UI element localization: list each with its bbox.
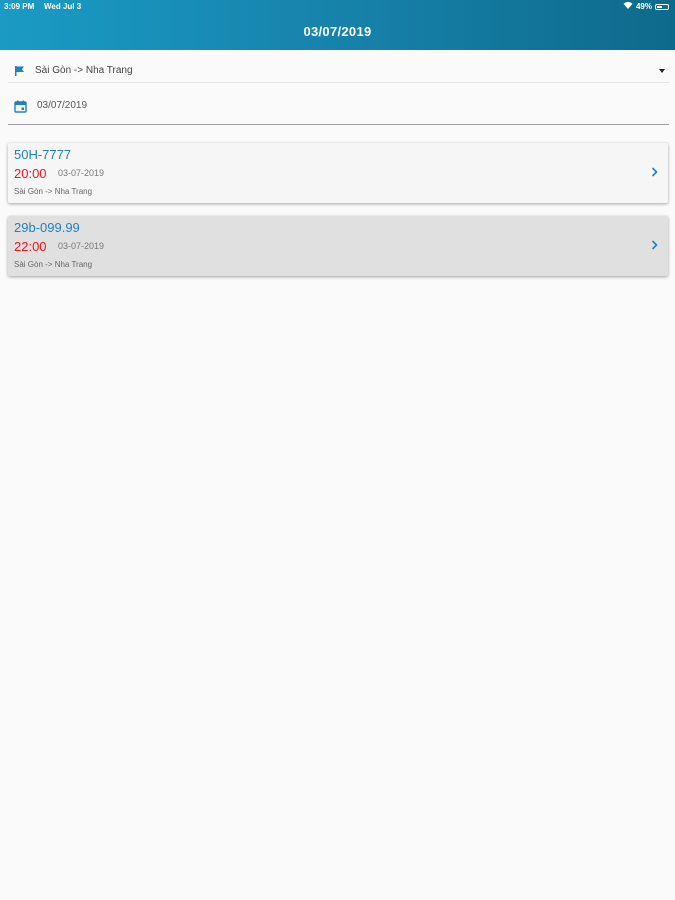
battery-level	[657, 6, 662, 8]
trip-time: 20:00	[14, 166, 47, 181]
trip-card[interactable]: 29b-099.99 22:00 03-07-2019 Sài Gòn -> N…	[8, 216, 668, 276]
page-title: 03/07/2019	[303, 24, 372, 39]
battery-icon	[655, 4, 669, 10]
chevron-right-icon[interactable]	[651, 165, 658, 183]
trip-plate: 50H-7777	[14, 147, 72, 162]
status-bar: 3:09 PM Wed Jul 3 49%	[0, 0, 675, 14]
route-value: Sài Gòn -> Nha Trang	[35, 65, 133, 76]
trip-route: Sài Gòn -> Nha Trang	[14, 260, 93, 269]
dropdown-arrow-icon[interactable]	[659, 69, 665, 73]
status-right: 49%	[623, 0, 669, 14]
wifi-icon	[623, 0, 633, 14]
chevron-right-icon[interactable]	[651, 238, 658, 256]
trip-plate: 29b-099.99	[14, 220, 80, 235]
trip-date: 03-07-2019	[58, 241, 105, 251]
status-time: 3:09 PM	[4, 2, 35, 11]
date-selector[interactable]: 03/07/2019	[8, 96, 669, 125]
trip-date: 03-07-2019	[58, 168, 105, 178]
app-header: 3:09 PM Wed Jul 3 49% 03/07/2019	[0, 0, 675, 50]
trip-time: 22:00	[14, 239, 47, 254]
trip-route: Sài Gòn -> Nha Trang	[14, 187, 93, 196]
route-selector[interactable]: Sài Gòn -> Nha Trang	[8, 60, 669, 83]
status-date: Wed Jul 3	[44, 2, 82, 11]
trip-card[interactable]: 50H-7777 20:00 03-07-2019 Sài Gòn -> Nha…	[8, 143, 668, 203]
battery-percent: 49%	[635, 2, 652, 11]
flag-icon	[14, 64, 25, 82]
calendar-icon	[14, 100, 27, 118]
date-value: 03/07/2019	[37, 100, 88, 111]
